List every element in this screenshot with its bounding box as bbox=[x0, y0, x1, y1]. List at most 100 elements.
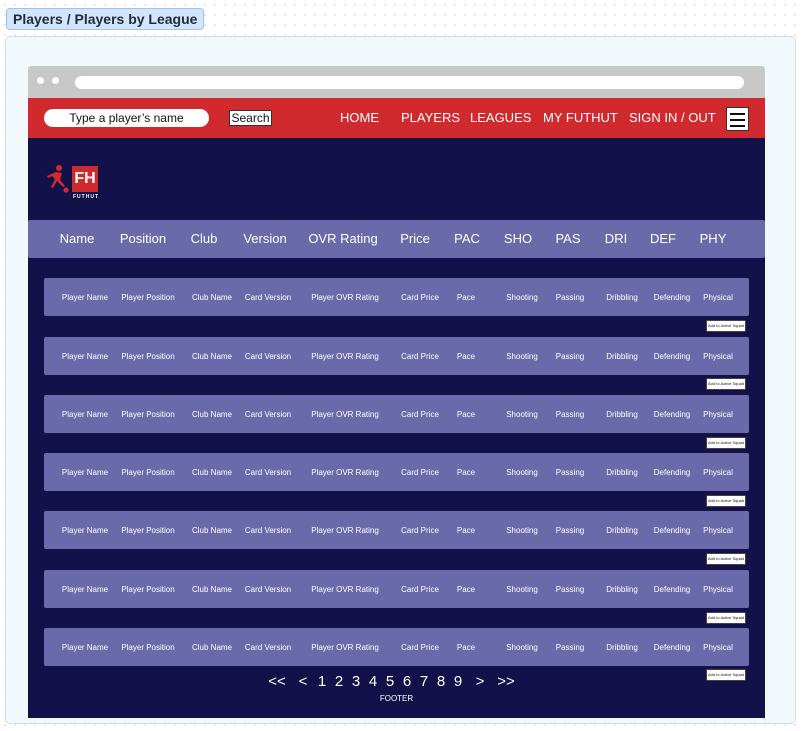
add-to-active-squad-button[interactable]: Add to Active Squad bbox=[706, 320, 746, 332]
cell-dribbling: Dribbling bbox=[606, 585, 638, 594]
header-version[interactable]: Version bbox=[243, 231, 286, 246]
header-pac[interactable]: PAC bbox=[454, 231, 480, 246]
cell-player-position: Player Position bbox=[121, 352, 175, 361]
cell-player-ovr-rating: Player OVR Rating bbox=[311, 293, 379, 302]
cell-player-name: Player Name bbox=[61, 293, 109, 302]
cell-player-name: Player Name bbox=[61, 585, 109, 594]
cell-card-version: Card Version bbox=[244, 293, 292, 302]
page-link-3[interactable]: 3 bbox=[352, 673, 360, 690]
cell-shooting: Shooting bbox=[506, 585, 538, 594]
cell-card-price: Card Price bbox=[401, 643, 439, 652]
add-to-active-squad-button[interactable]: Add to Active Squad bbox=[706, 495, 746, 507]
page-link-9[interactable]: 9 bbox=[454, 673, 462, 690]
cell-shooting: Shooting bbox=[506, 410, 538, 419]
cell-physical: Physical bbox=[703, 352, 733, 361]
cell-card-version: Card Version bbox=[244, 643, 292, 652]
search-button[interactable]: Search bbox=[229, 110, 272, 126]
cell-player-ovr-rating: Player OVR Rating bbox=[311, 643, 379, 652]
header-position[interactable]: Position bbox=[120, 231, 166, 246]
cell-defending: Defending bbox=[653, 585, 691, 594]
browser-chrome bbox=[28, 66, 765, 98]
header-phy[interactable]: PHY bbox=[700, 231, 727, 246]
cell-card-version: Card Version bbox=[244, 526, 292, 535]
cell-player-name: Player Name bbox=[61, 526, 109, 535]
table-row[interactable]: Player Name Player Position Club Name Card … bbox=[44, 395, 749, 433]
nav-link-players[interactable]: PLAYERS bbox=[401, 110, 460, 125]
nav-link-sign-in-out[interactable]: SIGN IN / OUT bbox=[629, 110, 716, 125]
cell-shooting: Shooting bbox=[506, 352, 538, 361]
cell-shooting: Shooting bbox=[506, 293, 538, 302]
window-dot-icon bbox=[37, 77, 44, 84]
cell-card-price: Card Price bbox=[401, 526, 439, 535]
cell-physical: Physical bbox=[703, 526, 733, 535]
page-link-1[interactable]: 1 bbox=[318, 673, 326, 690]
cell-club-name: Club Name bbox=[191, 585, 233, 594]
page-link-4[interactable]: 4 bbox=[369, 673, 377, 690]
page-link-8[interactable]: 8 bbox=[437, 673, 445, 690]
player-search-input[interactable] bbox=[44, 109, 209, 127]
frame-title: Players / Players by League bbox=[6, 8, 205, 30]
table-row[interactable]: Player Name Player Position Club Name Card … bbox=[44, 453, 749, 491]
navbar: Search HOME PLAYERS LEAGUES MY FUTHUT SI… bbox=[28, 98, 765, 138]
cell-player-name: Player Name bbox=[61, 468, 109, 477]
add-to-active-squad-button[interactable]: Add to Active Squad bbox=[706, 553, 746, 565]
futhut-logo[interactable]: FH FUTHUT bbox=[44, 164, 104, 200]
table-row[interactable]: Player Name Player Position Club Name Card … bbox=[44, 511, 749, 549]
table-row[interactable]: Player Name Player Position Club Name Card … bbox=[44, 570, 749, 608]
cell-physical: Physical bbox=[703, 293, 733, 302]
table-row[interactable]: Player Name Player Position Club Name Card … bbox=[44, 628, 749, 666]
cell-player-name: Player Name bbox=[61, 410, 109, 419]
add-to-active-squad-button[interactable]: Add to Active Squad bbox=[706, 378, 746, 390]
next-page-link[interactable]: > bbox=[476, 673, 485, 690]
cell-defending: Defending bbox=[653, 468, 691, 477]
header-name[interactable]: Name bbox=[60, 231, 95, 246]
cell-card-price: Card Price bbox=[401, 468, 439, 477]
header-price[interactable]: Price bbox=[400, 231, 430, 246]
nav-link-my-futhut[interactable]: MY FUTHUT bbox=[543, 110, 618, 125]
cell-player-ovr-rating: Player OVR Rating bbox=[311, 526, 379, 535]
table-row[interactable]: Player Name Player Position Club Name Card … bbox=[44, 337, 749, 375]
prev-page-link[interactable]: < bbox=[299, 673, 308, 690]
cell-card-price: Card Price bbox=[401, 585, 439, 594]
cell-dribbling: Dribbling bbox=[606, 643, 638, 652]
first-page-link[interactable]: << bbox=[268, 673, 286, 690]
cell-player-position: Player Position bbox=[121, 410, 175, 419]
nav-link-home[interactable]: HOME bbox=[340, 110, 379, 125]
page-link-2[interactable]: 2 bbox=[335, 673, 343, 690]
cell-dribbling: Dribbling bbox=[606, 410, 638, 419]
pagination: << < 1 2 3 4 5 6 7 8 9 > >> bbox=[28, 673, 765, 693]
cell-pace: Pace bbox=[456, 410, 476, 419]
nav-link-leagues[interactable]: LEAGUES bbox=[470, 110, 531, 125]
cell-dribbling: Dribbling bbox=[606, 468, 638, 477]
address-bar[interactable] bbox=[75, 76, 744, 89]
soccer-player-icon bbox=[47, 165, 69, 193]
page-link-7[interactable]: 7 bbox=[420, 673, 428, 690]
add-to-active-squad-button[interactable]: Add to Active Squad bbox=[706, 612, 746, 624]
cell-club-name: Club Name bbox=[191, 526, 233, 535]
cell-passing: Passing bbox=[555, 293, 585, 302]
add-to-active-squad-button[interactable]: Add to Active Squad bbox=[706, 437, 746, 449]
header-ovr-rating[interactable]: OVR Rating bbox=[308, 231, 377, 246]
cell-card-version: Card Version bbox=[244, 410, 292, 419]
cell-card-version: Card Version bbox=[244, 468, 292, 477]
page-link-6[interactable]: 6 bbox=[403, 673, 411, 690]
page-link-5[interactable]: 5 bbox=[386, 673, 394, 690]
header-club[interactable]: Club bbox=[191, 231, 218, 246]
cell-pace: Pace bbox=[456, 526, 476, 535]
header-sho[interactable]: SHO bbox=[504, 231, 532, 246]
cell-shooting: Shooting bbox=[506, 643, 538, 652]
cell-pace: Pace bbox=[456, 585, 476, 594]
logo-wordmark: FUTHUT bbox=[73, 194, 99, 200]
cell-club-name: Club Name bbox=[191, 643, 233, 652]
cell-passing: Passing bbox=[555, 468, 585, 477]
header-def[interactable]: DEF bbox=[650, 231, 676, 246]
hamburger-icon[interactable] bbox=[726, 107, 749, 131]
cell-pace: Pace bbox=[456, 293, 476, 302]
cell-passing: Passing bbox=[555, 410, 585, 419]
last-page-link[interactable]: >> bbox=[497, 673, 515, 690]
cell-defending: Defending bbox=[653, 410, 691, 419]
cell-card-version: Card Version bbox=[244, 352, 292, 361]
header-dri[interactable]: DRI bbox=[605, 231, 627, 246]
header-pas[interactable]: PAS bbox=[555, 231, 580, 246]
table-row[interactable]: Player Name Player Position Club Name Card … bbox=[44, 278, 749, 316]
